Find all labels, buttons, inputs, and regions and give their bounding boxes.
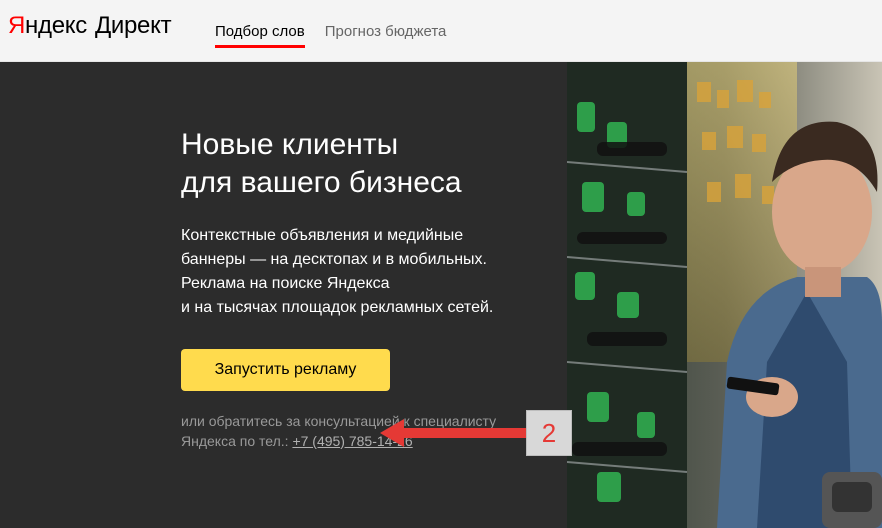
launch-ads-button[interactable]: Запустить рекламу bbox=[181, 349, 390, 391]
hero-section: Новые клиенты для вашего бизнеса Контекс… bbox=[0, 62, 882, 528]
arrow-shape bbox=[380, 419, 526, 447]
hero-title: Новые клиенты для вашего бизнеса bbox=[181, 126, 551, 202]
hero-text-panel: Новые клиенты для вашего бизнеса Контекс… bbox=[0, 62, 567, 528]
contact-prefix: Яндекса по тел.: bbox=[181, 433, 293, 449]
hero-description-line-3: Реклама на поиске Яндекса bbox=[181, 275, 390, 292]
hero-description: Контекстные объявления и медийные баннер… bbox=[181, 224, 551, 320]
logo-direct-text: Директ bbox=[94, 12, 172, 39]
hero-description-line-4: и на тысячах площадок рекламных сетей. bbox=[181, 299, 494, 316]
hero-title-line-1: Новые клиенты bbox=[181, 128, 399, 161]
hero-photo-illustration bbox=[567, 62, 882, 528]
hero-photo bbox=[567, 62, 882, 528]
header-nav: Подбор слов Прогноз бюджета bbox=[215, 0, 466, 62]
logo-letter-y: Я bbox=[8, 12, 26, 39]
yandex-direct-logo[interactable]: Яндекс Директ bbox=[8, 12, 172, 42]
hero-title-line-2: для вашего бизнеса bbox=[181, 166, 462, 199]
step-number-badge: 2 bbox=[526, 410, 572, 456]
top-header: Яндекс Директ Подбор слов Прогноз бюджета bbox=[0, 0, 882, 62]
logo-yandex-text: ндекс bbox=[25, 12, 87, 39]
tab-budget-forecast[interactable]: Прогноз бюджета bbox=[325, 0, 447, 62]
annotation-arrow bbox=[380, 419, 526, 447]
hero-description-line-1: Контекстные объявления и медийные bbox=[181, 227, 464, 244]
hero-description-line-2: баннеры — на десктопах и в мобильных. bbox=[181, 251, 487, 268]
tab-word-selection[interactable]: Подбор слов bbox=[215, 0, 305, 62]
